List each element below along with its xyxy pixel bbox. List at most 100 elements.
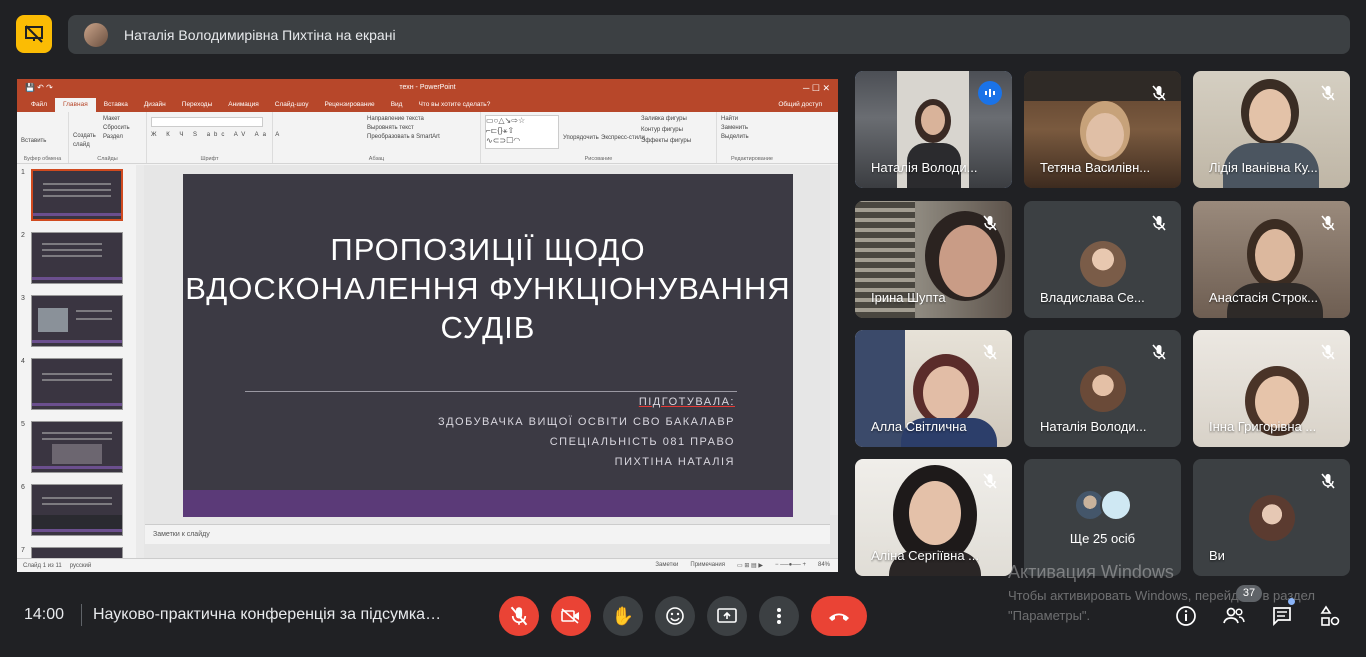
slide-thumbnail[interactable]: 1 xyxy=(21,169,123,221)
activities-icon xyxy=(1320,605,1340,626)
participants-count-badge: 37 xyxy=(1236,585,1262,602)
share-button[interactable]: Общий доступ xyxy=(770,98,830,112)
meeting-details-button[interactable] xyxy=(1173,603,1199,629)
chat-notification-dot xyxy=(1288,598,1295,605)
reactions-button[interactable] xyxy=(655,596,695,636)
slide-thumbnail[interactable]: 6 xyxy=(21,484,123,536)
leave-call-button[interactable] xyxy=(811,596,867,636)
shape-outline-button[interactable]: Контур фигуры xyxy=(641,126,683,135)
layout-button[interactable]: Макет xyxy=(73,115,142,124)
more-participants-tile[interactable]: Ще 25 осіб xyxy=(1024,459,1181,576)
participant-tile[interactable]: Алла Світлична xyxy=(855,330,1012,447)
select-button[interactable]: Выделить xyxy=(721,133,783,142)
shape-fill-button[interactable]: Заливка фигуры xyxy=(641,115,687,124)
quick-styles-button[interactable]: Экспресс-стили xyxy=(601,134,645,143)
tab-transitions[interactable]: Переходы xyxy=(174,98,221,112)
muted-mic-icon xyxy=(1147,211,1171,235)
tab-view[interactable]: Вид xyxy=(383,98,411,112)
tab-design[interactable]: Дизайн xyxy=(136,98,174,112)
save-icon[interactable]: 💾 ↶ ↷ xyxy=(25,79,53,97)
participant-tile[interactable]: Владислава Се... xyxy=(1024,201,1181,318)
slide-degree: ЗДОБУВАЧКА ВИЩОЇ ОСВІТИ СВО БАКАЛАВР xyxy=(437,416,735,428)
participant-name: Лідія Іванівна Ку... xyxy=(1209,160,1318,175)
participant-tile[interactable]: Ірина Шупта xyxy=(855,201,1012,318)
slide-prepared-by: ПІДГОТУВАЛА: xyxy=(638,396,735,408)
slide-thumbnail[interactable]: 3 xyxy=(21,295,123,347)
replace-button[interactable]: Заменить xyxy=(721,124,783,133)
participant-tile[interactable]: Тетяна Василівн... xyxy=(1024,71,1181,188)
present-screen-button[interactable] xyxy=(707,596,747,636)
camera-toggle-button[interactable] xyxy=(551,596,591,636)
bottom-divider xyxy=(81,604,82,626)
participant-tile[interactable]: Лідія Іванівна Ку... xyxy=(1193,71,1350,188)
info-icon xyxy=(1176,606,1196,626)
self-avatar xyxy=(1248,495,1295,541)
windows-activation-title: Активация Windows xyxy=(1008,562,1174,582)
arrange-button[interactable]: Упорядочить xyxy=(563,134,599,143)
presentation-indicator-icon[interactable] xyxy=(16,15,52,53)
chat-icon xyxy=(1273,607,1291,627)
meeting-clock: 14:00 xyxy=(24,606,65,623)
participant-tile[interactable]: Наталія Володи... xyxy=(855,71,1012,188)
chat-button[interactable] xyxy=(1269,603,1295,629)
slide-thumbnail[interactable]: 4 xyxy=(21,358,123,410)
more-options-button[interactable] xyxy=(759,596,799,636)
comments-toggle[interactable]: Примечания xyxy=(690,562,725,569)
participant-tile[interactable]: Наталія Володи... xyxy=(1024,330,1181,447)
slide-scrollbar[interactable] xyxy=(830,165,838,515)
thumb-preview xyxy=(31,421,123,473)
raise-hand-button[interactable]: ✋ xyxy=(603,596,643,636)
paste-button[interactable]: Вставить xyxy=(21,137,64,146)
font-format-icons[interactable]: Ж К Ч S abc AV Aa A xyxy=(151,131,279,140)
activities-button[interactable] xyxy=(1317,603,1343,629)
tab-file[interactable]: Файл xyxy=(23,98,55,112)
tab-animation[interactable]: Анимация xyxy=(220,98,267,112)
tab-review[interactable]: Рецензирование xyxy=(316,98,382,112)
presenter-banner: Наталія Володимирівна Пихтіна на екрані xyxy=(68,15,1350,54)
thumb-number: 5 xyxy=(21,421,25,428)
tab-slideshow[interactable]: Слайд-шоу xyxy=(267,98,317,112)
speaking-indicator-icon xyxy=(978,81,1002,105)
thumb-number: 7 xyxy=(21,547,25,554)
participant-tile[interactable]: Інна Григорівна ... xyxy=(1193,330,1350,447)
slide-thumbnail[interactable]: 5 xyxy=(21,421,123,473)
tab-insert[interactable]: Вставка xyxy=(96,98,136,112)
thumb-number: 2 xyxy=(21,232,25,239)
group-label-font: Шрифт xyxy=(200,156,219,162)
group-label-slides: Слайды xyxy=(97,156,118,162)
participant-avatar xyxy=(1079,241,1126,287)
slide-thumbnail[interactable]: 7 xyxy=(21,547,123,558)
slide-thumbnail[interactable]: 2 xyxy=(21,232,123,284)
participant-tile[interactable]: Аліна Сергіївна ... xyxy=(855,459,1012,576)
mic-toggle-button[interactable] xyxy=(499,596,539,636)
window-controls-icon[interactable]: ─ ☐ ✕ xyxy=(803,79,830,97)
participant-name: Наталія Володи... xyxy=(871,160,978,175)
shape-effects-button[interactable]: Эффекты фигуры xyxy=(641,137,691,146)
text-direction-button[interactable]: Направление текста xyxy=(277,115,476,124)
align-text-button[interactable]: Выровнять текст xyxy=(277,124,476,133)
smartart-button[interactable]: Преобразовать в SmartArt xyxy=(277,133,476,142)
new-slide-button[interactable]: Создать слайд xyxy=(73,132,99,150)
people-button[interactable] xyxy=(1221,603,1247,629)
find-button[interactable]: Найти xyxy=(721,115,783,124)
thumbnails-scrollbar[interactable] xyxy=(136,165,144,558)
zoom-level[interactable]: 84% xyxy=(818,562,830,569)
thumb-preview xyxy=(31,484,123,536)
muted-mic-icon xyxy=(1316,340,1340,364)
ppt-window-title: техн - PowerPoint xyxy=(399,84,456,91)
slide-notes[interactable]: Заметки к слайду xyxy=(145,524,830,544)
muted-mic-icon xyxy=(1316,469,1340,493)
meeting-title[interactable]: Науково-практична конференція за підсумк… xyxy=(93,606,443,624)
view-icons[interactable]: ▭ ⊞ ▤ ▶ xyxy=(737,562,763,569)
slide-footer-bar xyxy=(183,490,793,517)
tab-home[interactable]: Главная xyxy=(54,98,96,112)
zoom-slider[interactable]: − ──●── + xyxy=(775,562,806,569)
font-name-input[interactable] xyxy=(151,117,263,127)
notes-toggle[interactable]: Заметки xyxy=(655,562,678,569)
ppt-body: 1 2 3 4 5 6 7 ПРОПОЗИЦІЇ ЩОДО ВДОСКОНАЛЕ… xyxy=(17,165,838,558)
tell-me-search[interactable]: Что вы хотите сделать? xyxy=(410,98,498,112)
shapes-gallery[interactable]: ▭○△↘⇨☆ ⌐⊏{}⚹⇧ ∿⊂⊃☐◠ xyxy=(485,115,559,149)
muted-mic-icon xyxy=(1147,340,1171,364)
participant-tile[interactable]: Анастасія Строк... xyxy=(1193,201,1350,318)
self-tile[interactable]: Ви xyxy=(1193,459,1350,576)
